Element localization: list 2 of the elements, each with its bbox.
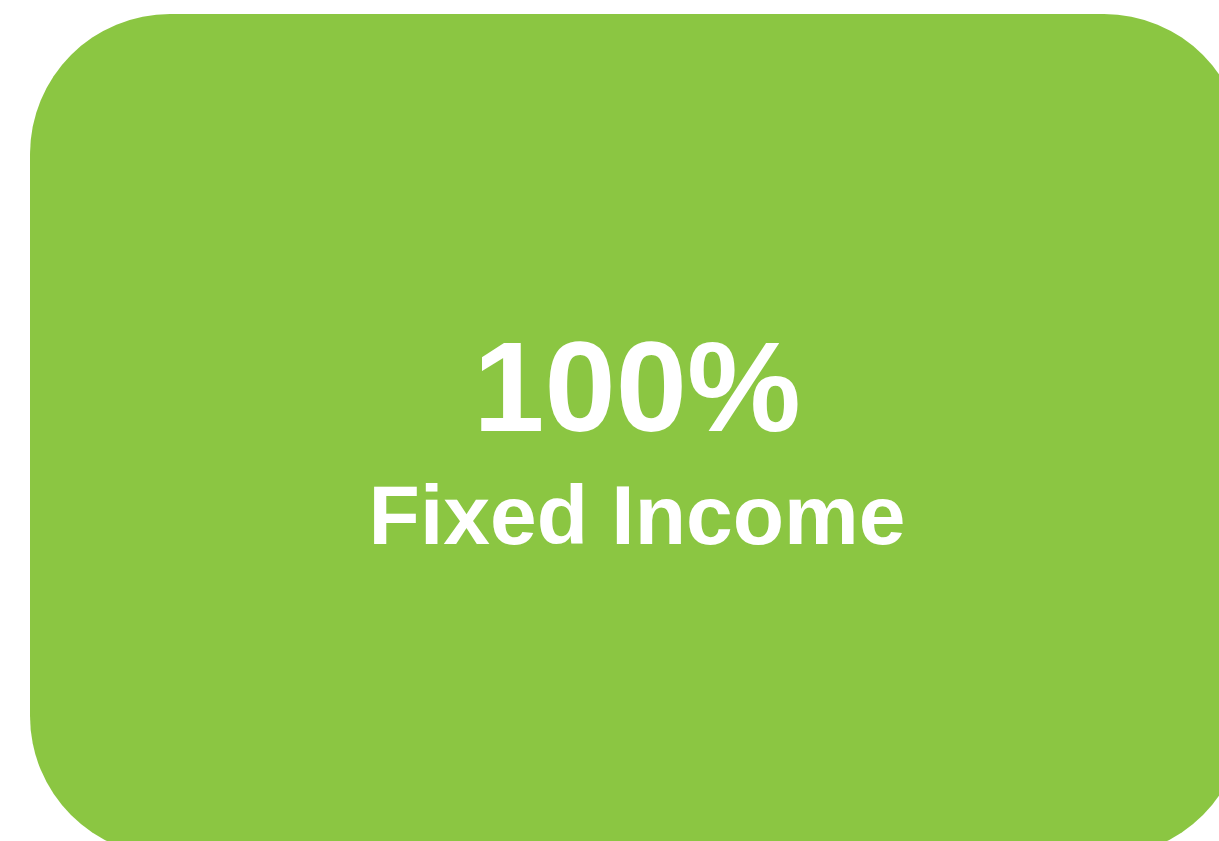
asset-class-label: Fixed Income [368,473,906,557]
percentage-value: 100% [473,323,801,451]
